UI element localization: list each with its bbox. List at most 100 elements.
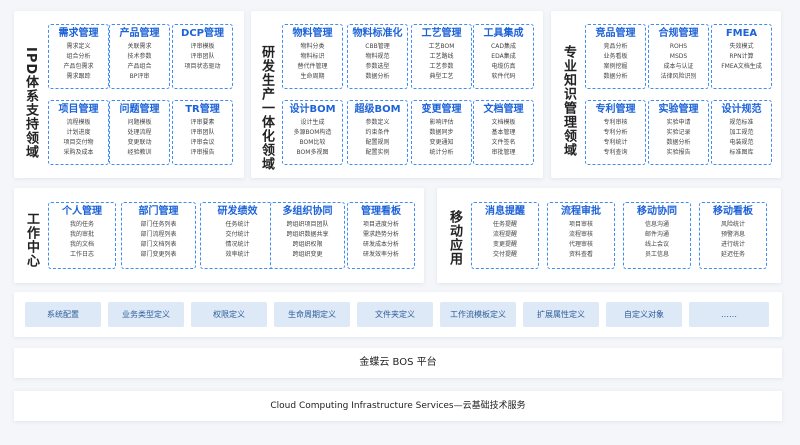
card-item: 设计生成 — [300, 119, 325, 126]
card-mobile-dashboard[interactable]: 移动看板 风险统计 预警消息 进行统计 延迟任务 — [699, 202, 767, 269]
card-item: 加工规范 — [729, 129, 754, 136]
card-item: 问题模板 — [127, 119, 152, 126]
card-personal[interactable]: 个人管理 我的任务 我的审批 我的文档 工作日志 — [48, 202, 116, 269]
card-competitor[interactable]: 竞品管理 竞品分析 业务看板 案例挖掘 数据分析 — [585, 24, 646, 89]
card-item: 替代件管理 — [297, 63, 328, 70]
card-item: 工艺路线 — [429, 53, 454, 60]
config-lifecycle[interactable]: 生命周期定义 — [274, 302, 350, 327]
card-item: 需求跟踪 — [66, 73, 91, 80]
card-issue[interactable]: 问题管理 问题模板 处理流程 变更联动 经验教训 — [109, 100, 170, 165]
card-item: 需求定义 — [66, 43, 91, 50]
card-item: CAD集成 — [491, 43, 516, 50]
card-item: BP评审 — [129, 73, 150, 80]
card-department[interactable]: 部门管理 部门任务列表 部门流程列表 部门文档列表 部门变更列表 — [121, 202, 196, 269]
card-item: 产品包需求 — [63, 63, 94, 70]
card-patent[interactable]: 专利管理 专利审核 专利分析 专利统计 专利查询 — [585, 100, 646, 165]
card-title: 流程审批 — [561, 206, 601, 217]
card-item: 变更提醒 — [492, 241, 517, 248]
card-item: 实验申请 — [666, 119, 691, 126]
card-item: 情况统计 — [225, 241, 250, 248]
card-item: 交付提醒 — [492, 251, 517, 258]
card-process[interactable]: 工艺管理 工艺BOM 工艺路线 工艺参数 典型工艺 — [411, 24, 472, 89]
card-item: 约束条件 — [365, 129, 390, 136]
card-item: 标准图库 — [729, 149, 754, 156]
card-title: 产品管理 — [119, 28, 160, 39]
card-compliance[interactable]: 合规管理 ROHS MSDS 成本与认证 法律风险识别 — [648, 24, 709, 89]
card-title: 工艺管理 — [421, 28, 462, 39]
card-super-bom[interactable]: 超级BOM 参数定义 约束条件 配置规则 配置实例 — [347, 100, 408, 165]
card-item: 变更通知 — [429, 139, 454, 146]
card-item: 评审团队 — [190, 129, 215, 136]
card-item: 效率统计 — [225, 251, 250, 258]
card-design-spec[interactable]: 设计规范 规范标准 加工规范 电装规范 标准图库 — [711, 100, 772, 165]
card-approval[interactable]: 流程审批 项目审核 流程审核 代理审核 资料查看 — [547, 202, 615, 269]
card-title: 管理看板 — [361, 206, 401, 217]
config-system[interactable]: 系统配置 — [25, 302, 101, 327]
card-item: 项目审核 — [568, 221, 593, 228]
card-document[interactable]: 文档管理 文档模板 基本管理 文件签名 审批管理 — [473, 100, 534, 165]
card-item: 跨组织权限 — [292, 241, 323, 248]
panel-work-center-label: 工作中心 — [24, 212, 39, 268]
card-title: 部门管理 — [138, 206, 179, 217]
card-item: 参数选型 — [365, 63, 390, 70]
card-item: 专利查询 — [603, 149, 628, 156]
card-material[interactable]: 物料管理 物料分类 物料标识 替代件管理 生命周期 — [282, 24, 343, 89]
card-item: 实验报告 — [666, 149, 691, 156]
card-item: 参数定义 — [365, 119, 390, 126]
config-more[interactable]: …… — [689, 302, 769, 327]
card-fmea[interactable]: FMEA 失效模式 RPN计算 FMEA文档生成 — [711, 24, 772, 89]
config-folder[interactable]: 文件夹定义 — [357, 302, 433, 327]
config-bar: 系统配置 业务类型定义 权限定义 生命周期定义 文件夹定义 工作流模板定义 扩展… — [14, 292, 782, 337]
card-tr[interactable]: TR管理 评审要素 评审团队 评审会议 评审报告 — [172, 100, 233, 165]
card-item: 工作日志 — [69, 251, 94, 258]
config-permission[interactable]: 权限定义 — [191, 302, 267, 327]
panel-rnd: 研发生产一体化领域 物料管理 物料分类 物料标识 替代件管理 生命周期 物料标准… — [251, 11, 543, 178]
card-project[interactable]: 项目管理 流程模板 计划进度 项目交付物 采购及成本 — [48, 100, 109, 165]
card-item: 跨组织变更 — [292, 251, 323, 258]
card-item: 线上会议 — [644, 241, 669, 248]
card-requirement[interactable]: 需求管理 需求定义 组合分析 产品包需求 需求跟踪 — [48, 24, 109, 89]
card-dcp[interactable]: DCP管理 评审模板 评审团队 项目状态驱动 — [172, 24, 233, 89]
card-item: 统计分析 — [429, 149, 454, 156]
panel-ipd-label: IPD体系支持领域 — [23, 47, 38, 160]
card-multi-org[interactable]: 多组织协同 跨组织项目团队 跨组织数据共享 跨组织权限 跨组织变更 — [270, 202, 345, 269]
card-item: 规范标准 — [729, 119, 754, 126]
panel-knowledge-label: 专业知识管理领域 — [561, 45, 576, 157]
config-business-type[interactable]: 业务类型定义 — [108, 302, 184, 327]
card-title: 物料标准化 — [352, 28, 403, 39]
card-experiment[interactable]: 实验管理 实验申请 实验记录 数据分析 实验报告 — [648, 100, 709, 165]
card-item: 配置规则 — [365, 139, 390, 146]
card-title: 合规管理 — [658, 28, 699, 39]
card-item: 处理流程 — [127, 129, 152, 136]
card-title: 实验管理 — [658, 104, 699, 115]
card-notification[interactable]: 消息提醒 任务提醒 流程提醒 变更提醒 交付提醒 — [471, 202, 539, 269]
card-item: 代理审核 — [568, 241, 593, 248]
card-item: 研发效率分析 — [362, 251, 399, 258]
card-material-standard[interactable]: 物料标准化 CBB管理 物料规范 参数选型 数据分析 — [347, 24, 408, 89]
card-item: 基本管理 — [491, 129, 516, 136]
card-item: 配置实例 — [365, 149, 390, 156]
card-design-bom[interactable]: 设计BOM 设计生成 多源BOM构造 BOM比较 BOM多视图 — [282, 100, 343, 165]
card-item: BOM比较 — [299, 139, 326, 146]
card-item: 工艺参数 — [429, 63, 454, 70]
card-item: 案例挖掘 — [603, 63, 628, 70]
card-title: 竞品管理 — [595, 28, 636, 39]
card-item: 软件代码 — [491, 73, 516, 80]
card-item: 业务看板 — [603, 53, 628, 60]
card-tool-integration[interactable]: 工具集成 CAD集成 EDA集成 电缆仿真 软件代码 — [473, 24, 534, 89]
card-change[interactable]: 变更管理 影响评估 数据同步 变更通知 统计分析 — [411, 100, 472, 165]
config-extended-attr[interactable]: 扩展属性定义 — [523, 302, 599, 327]
card-dashboard[interactable]: 管理看板 项目进度分析 需求趋势分析 研发成本分析 研发效率分析 — [347, 202, 415, 269]
card-item: 关联需求 — [127, 43, 152, 50]
card-performance[interactable]: 研发绩效 任务统计 交付统计 情况统计 效率统计 — [200, 202, 275, 269]
card-item: 文档模板 — [491, 119, 516, 126]
card-item: 生命周期 — [300, 73, 325, 80]
config-custom-object[interactable]: 自定义对象 — [606, 302, 682, 327]
card-item: 数据同步 — [429, 129, 454, 136]
card-mobile-collab[interactable]: 移动协同 信息沟通 邮件沟通 线上会议 员工信息 — [623, 202, 691, 269]
config-workflow[interactable]: 工作流模板定义 — [440, 302, 516, 327]
card-product[interactable]: 产品管理 关联需求 技术参数 产品组合 BP评审 — [109, 24, 170, 89]
card-item: 物料规范 — [365, 53, 390, 60]
card-item: 我的文档 — [69, 241, 94, 248]
card-item: 组合分析 — [66, 53, 91, 60]
